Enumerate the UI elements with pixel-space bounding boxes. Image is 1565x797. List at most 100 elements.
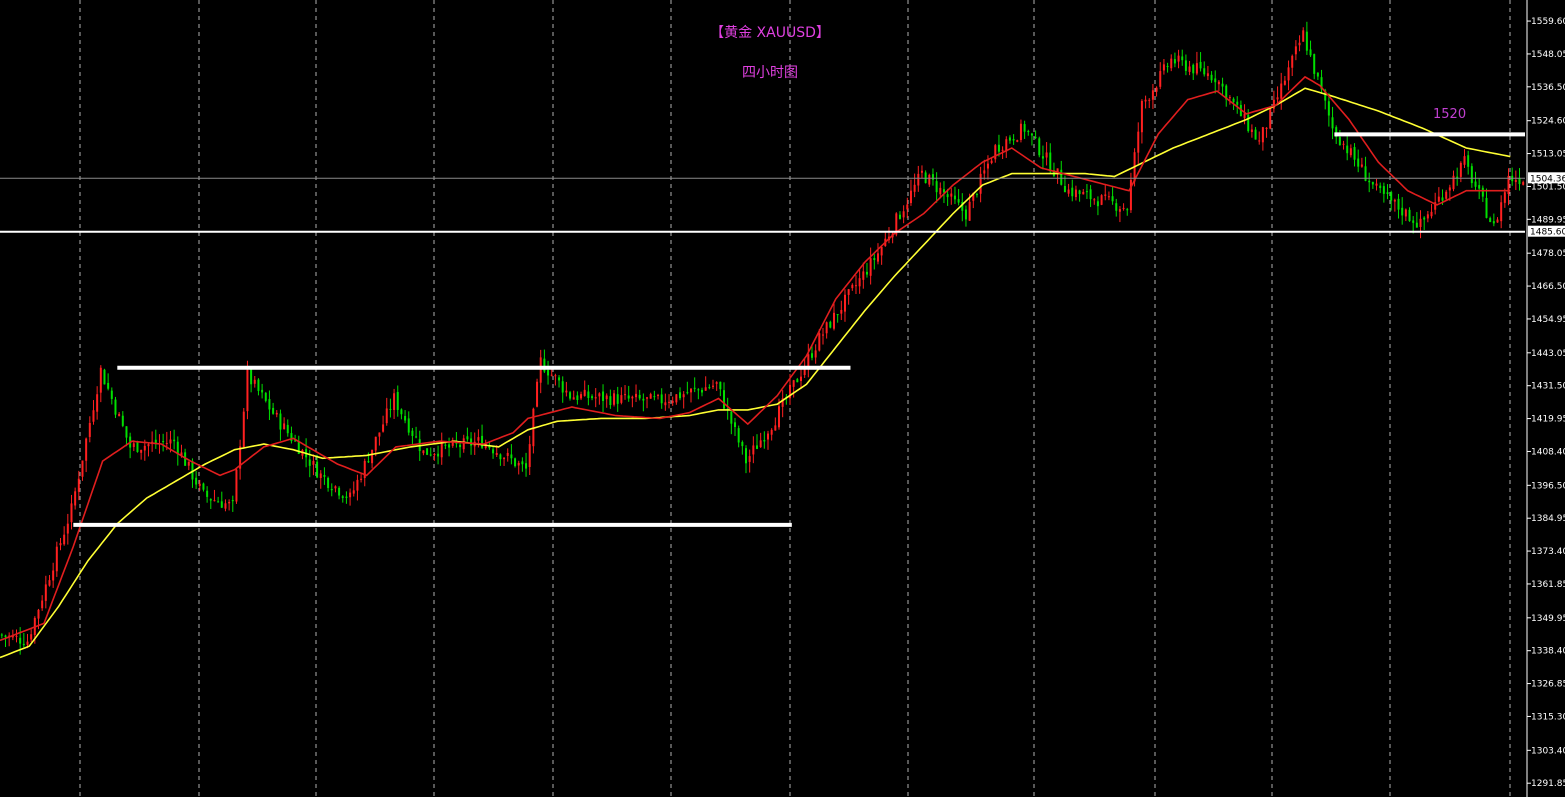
- candle-body: [275, 412, 278, 415]
- candle-body: [1041, 156, 1044, 159]
- candle-body: [426, 448, 429, 455]
- candle-body: [719, 381, 722, 390]
- candle-body: [466, 436, 469, 440]
- candle-body: [272, 407, 275, 414]
- candle-body: [1195, 63, 1198, 74]
- candle-body: [411, 430, 414, 436]
- candle-body: [763, 440, 766, 442]
- tick-label: 1559.60: [1531, 17, 1565, 27]
- candle-body: [378, 432, 381, 437]
- candle-body: [114, 399, 117, 415]
- candle-body: [690, 388, 693, 393]
- chart-title: 【黄金 XAUUSD】: [710, 25, 830, 41]
- candle-body: [935, 181, 938, 193]
- candle-body: [327, 477, 330, 488]
- candle-body: [1470, 166, 1473, 184]
- candle-body: [799, 376, 802, 382]
- candle-body: [30, 634, 33, 640]
- candle-body: [664, 402, 667, 406]
- candle-body: [1353, 147, 1356, 160]
- tick-label: 1338.40: [1531, 647, 1565, 657]
- candle-body: [55, 546, 58, 572]
- candle-body: [712, 385, 715, 387]
- candle-body: [1217, 81, 1220, 85]
- candle-body: [898, 214, 901, 219]
- candle-body: [1085, 191, 1088, 193]
- candle-body: [1514, 179, 1517, 183]
- candle-body: [407, 418, 410, 433]
- candle-body: [928, 174, 931, 185]
- price-chart[interactable]: 1520 1559.60 1548.05 1536.50 1524.60 1513.05…: [0, 0, 1565, 797]
- candle-body: [44, 584, 47, 601]
- candle-body: [1067, 189, 1070, 194]
- candle-body: [1305, 31, 1308, 51]
- candle-body: [924, 172, 927, 183]
- candle-body: [1500, 202, 1503, 222]
- candle-body: [481, 435, 484, 448]
- candle-body: [1247, 114, 1250, 132]
- candle-body: [862, 271, 865, 280]
- candle-body: [356, 479, 359, 491]
- candle-body: [572, 397, 575, 400]
- candle-body: [1148, 99, 1151, 101]
- candle-body: [242, 411, 245, 448]
- candle-body: [653, 396, 656, 398]
- tick-label: 1326.85: [1531, 680, 1565, 690]
- candle-body: [1177, 55, 1180, 62]
- tick-label: 1443.05: [1531, 349, 1565, 359]
- candle-body: [470, 438, 473, 446]
- candle-body: [1382, 186, 1385, 194]
- candle-body: [352, 490, 355, 494]
- candle-body: [1012, 139, 1015, 141]
- candle-body: [514, 458, 517, 467]
- candle-body: [1346, 145, 1349, 154]
- candle-body: [1415, 222, 1418, 228]
- candle-body: [748, 456, 751, 462]
- tick-label: 1524.60: [1531, 117, 1565, 127]
- candle-body: [235, 469, 238, 502]
- candle-body: [693, 387, 696, 389]
- candle-body: [1467, 155, 1470, 167]
- candle-body: [1126, 209, 1129, 211]
- candle-body: [708, 387, 711, 389]
- candle-body: [792, 380, 795, 387]
- candle-body: [807, 354, 810, 367]
- candle-body: [385, 408, 388, 424]
- candle-body: [1188, 66, 1191, 72]
- candle-body: [517, 462, 520, 466]
- candle-body: [374, 436, 377, 451]
- candle-body: [400, 409, 403, 415]
- candle-body: [1331, 117, 1334, 129]
- candle-body: [1302, 30, 1305, 42]
- candle-body: [814, 350, 817, 358]
- candle-body: [1159, 71, 1162, 87]
- candle-body: [396, 392, 399, 410]
- chart-subtitle: 四小时图: [742, 65, 798, 81]
- candle-body: [1049, 152, 1052, 172]
- candle-body: [1199, 61, 1202, 69]
- candle-body: [1492, 221, 1495, 224]
- candle-body: [1115, 203, 1118, 211]
- candle-body: [1078, 190, 1081, 195]
- candle-body: [253, 379, 256, 384]
- candle-body: [213, 500, 216, 502]
- candle-body: [1485, 197, 1488, 218]
- candle-body: [99, 367, 102, 393]
- candle-body: [345, 496, 348, 498]
- candle-body: [697, 389, 700, 391]
- candle-body: [462, 438, 465, 450]
- candle-body: [1419, 218, 1422, 227]
- candle-body: [774, 425, 777, 431]
- candle-body: [550, 374, 553, 376]
- tick-label: 1536.50: [1531, 83, 1565, 93]
- candle-body: [660, 394, 663, 404]
- candle-body: [19, 637, 22, 644]
- candle-body: [825, 322, 828, 334]
- candle-body: [136, 441, 139, 452]
- candle-body: [580, 394, 583, 399]
- candle-body: [539, 357, 542, 383]
- candle-body: [308, 459, 311, 466]
- candle-body: [1236, 101, 1239, 105]
- candle-body: [642, 398, 645, 401]
- candle-body: [1261, 127, 1264, 143]
